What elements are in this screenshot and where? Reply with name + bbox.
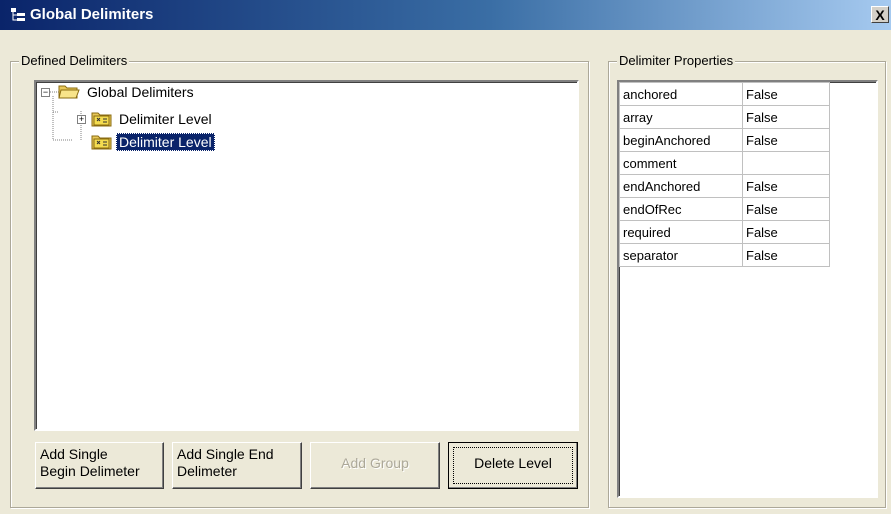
tree-node-label: Delimiter Level [119,111,212,127]
property-key: comment [619,151,743,175]
close-button[interactable]: X [871,6,889,23]
property-key: endAnchored [619,174,743,198]
property-value[interactable] [742,151,830,175]
close-icon: X [875,7,885,23]
collapse-icon[interactable]: − [41,88,50,97]
button-label-line: Begin Delimeter [40,463,140,479]
delimiter-properties-label: Delimiter Properties [617,53,736,68]
add-group-button[interactable]: Add Group [310,442,440,489]
property-grid[interactable]: anchored False array False beginAnchored Fals… [617,80,878,498]
expand-icon[interactable]: + [77,115,86,124]
window-title: Global Delimiters [30,6,154,23]
property-key: required [619,220,743,244]
tree-node-label: Delimiter Level [116,133,215,151]
add-single-begin-delimiter-button[interactable]: Add Single Begin Delimeter [35,442,164,489]
property-row[interactable]: comment [619,151,830,175]
property-key: array [619,105,743,129]
property-table: anchored False array False beginAnchored Fals… [619,82,830,267]
property-value[interactable]: False [742,128,830,152]
delimiter-tree[interactable]: − Global Delimiters + Delimiter Level De… [34,80,579,431]
property-value[interactable]: False [742,105,830,129]
button-label-line: Add Single [40,446,108,462]
button-label-line: Add Single End [177,446,274,462]
property-value[interactable]: False [742,174,830,198]
button-label-line: Delimeter [177,463,237,479]
property-row[interactable]: endAnchored False [619,174,830,198]
property-value[interactable]: False [742,220,830,244]
property-key: endOfRec [619,197,743,221]
delimiter-folder-icon [91,112,112,127]
add-single-end-delimiter-button[interactable]: Add Single End Delimeter [172,442,302,489]
property-row[interactable]: required False [619,220,830,244]
focus-rect [453,447,573,484]
property-row[interactable]: anchored False [619,82,830,106]
property-row[interactable]: array False [619,105,830,129]
property-key: beginAnchored [619,128,743,152]
delete-level-button[interactable]: Delete Level [448,442,578,489]
tree-view-icon [11,8,25,21]
property-row[interactable]: beginAnchored False [619,128,830,152]
open-folder-icon [58,85,80,99]
property-row[interactable]: endOfRec False [619,197,830,221]
property-value[interactable]: False [742,197,830,221]
property-value[interactable]: False [742,82,830,106]
defined-delimiters-label: Defined Delimiters [19,53,130,68]
property-key: separator [619,243,743,267]
property-value[interactable]: False [742,243,830,267]
property-row[interactable]: separator False [619,243,830,267]
property-key: anchored [619,82,743,106]
title-bar[interactable]: Global Delimiters X [0,0,891,30]
delimiter-folder-icon [91,135,112,150]
tree-node-label: Global Delimiters [87,84,194,100]
